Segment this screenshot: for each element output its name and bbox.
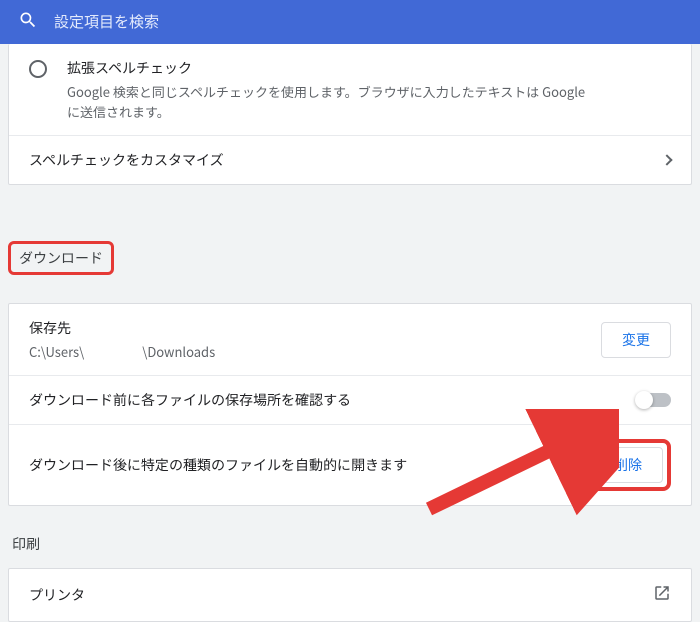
downloads-card: 保存先 C:\Users\\Downloads 変更 ダウンロード前に各ファイル… bbox=[8, 303, 692, 506]
ask-before-download-row[interactable]: ダウンロード前に各ファイルの保存場所を確認する bbox=[9, 375, 691, 424]
autoopen-row: ダウンロード後に特定の種類のファイルを自動的に開きます 削除 bbox=[9, 424, 691, 505]
remove-button-highlight: 削除 bbox=[585, 439, 671, 491]
downloads-heading: ダウンロード bbox=[8, 241, 114, 275]
printing-heading: 印刷 bbox=[12, 534, 40, 554]
spellcheck-customize-label: スペルチェックをカスタマイズ bbox=[29, 150, 224, 170]
printers-label: プリンタ bbox=[29, 585, 85, 605]
spellcheck-option-desc: Google 検索と同じスペルチェックを使用します。ブラウザに入力したテキストは… bbox=[67, 82, 587, 121]
ask-before-download-label: ダウンロード前に各ファイルの保存場所を確認する bbox=[29, 390, 351, 410]
search-input[interactable] bbox=[54, 14, 682, 31]
radio-icon[interactable] bbox=[29, 60, 47, 78]
redacted-username bbox=[84, 347, 142, 359]
spellcheck-option-title: 拡張スペルチェック bbox=[67, 58, 587, 78]
change-location-button[interactable]: 変更 bbox=[601, 322, 671, 358]
spellcheck-customize-row[interactable]: スペルチェックをカスタマイズ bbox=[9, 135, 691, 184]
printers-row[interactable]: プリンタ bbox=[9, 569, 691, 621]
spellcheck-enhanced-row[interactable]: 拡張スペルチェック Google 検索と同じスペルチェックを使用します。ブラウザ… bbox=[9, 44, 691, 135]
remove-autoopen-button[interactable]: 削除 bbox=[593, 447, 663, 483]
toggle-switch[interactable] bbox=[637, 393, 671, 407]
download-location-row: 保存先 C:\Users\\Downloads 変更 bbox=[9, 304, 691, 375]
autoopen-label: ダウンロード後に特定の種類のファイルを自動的に開きます bbox=[29, 455, 407, 475]
printing-card: プリンタ bbox=[8, 568, 692, 622]
download-location-label: 保存先 bbox=[29, 318, 215, 338]
search-icon bbox=[18, 10, 38, 35]
spellcheck-card: 拡張スペルチェック Google 検索と同じスペルチェックを使用します。ブラウザ… bbox=[8, 44, 692, 185]
settings-search-bar[interactable] bbox=[0, 0, 700, 44]
download-location-path: C:\Users\\Downloads bbox=[29, 342, 215, 361]
chevron-right-icon bbox=[661, 154, 672, 165]
external-link-icon bbox=[653, 583, 671, 607]
